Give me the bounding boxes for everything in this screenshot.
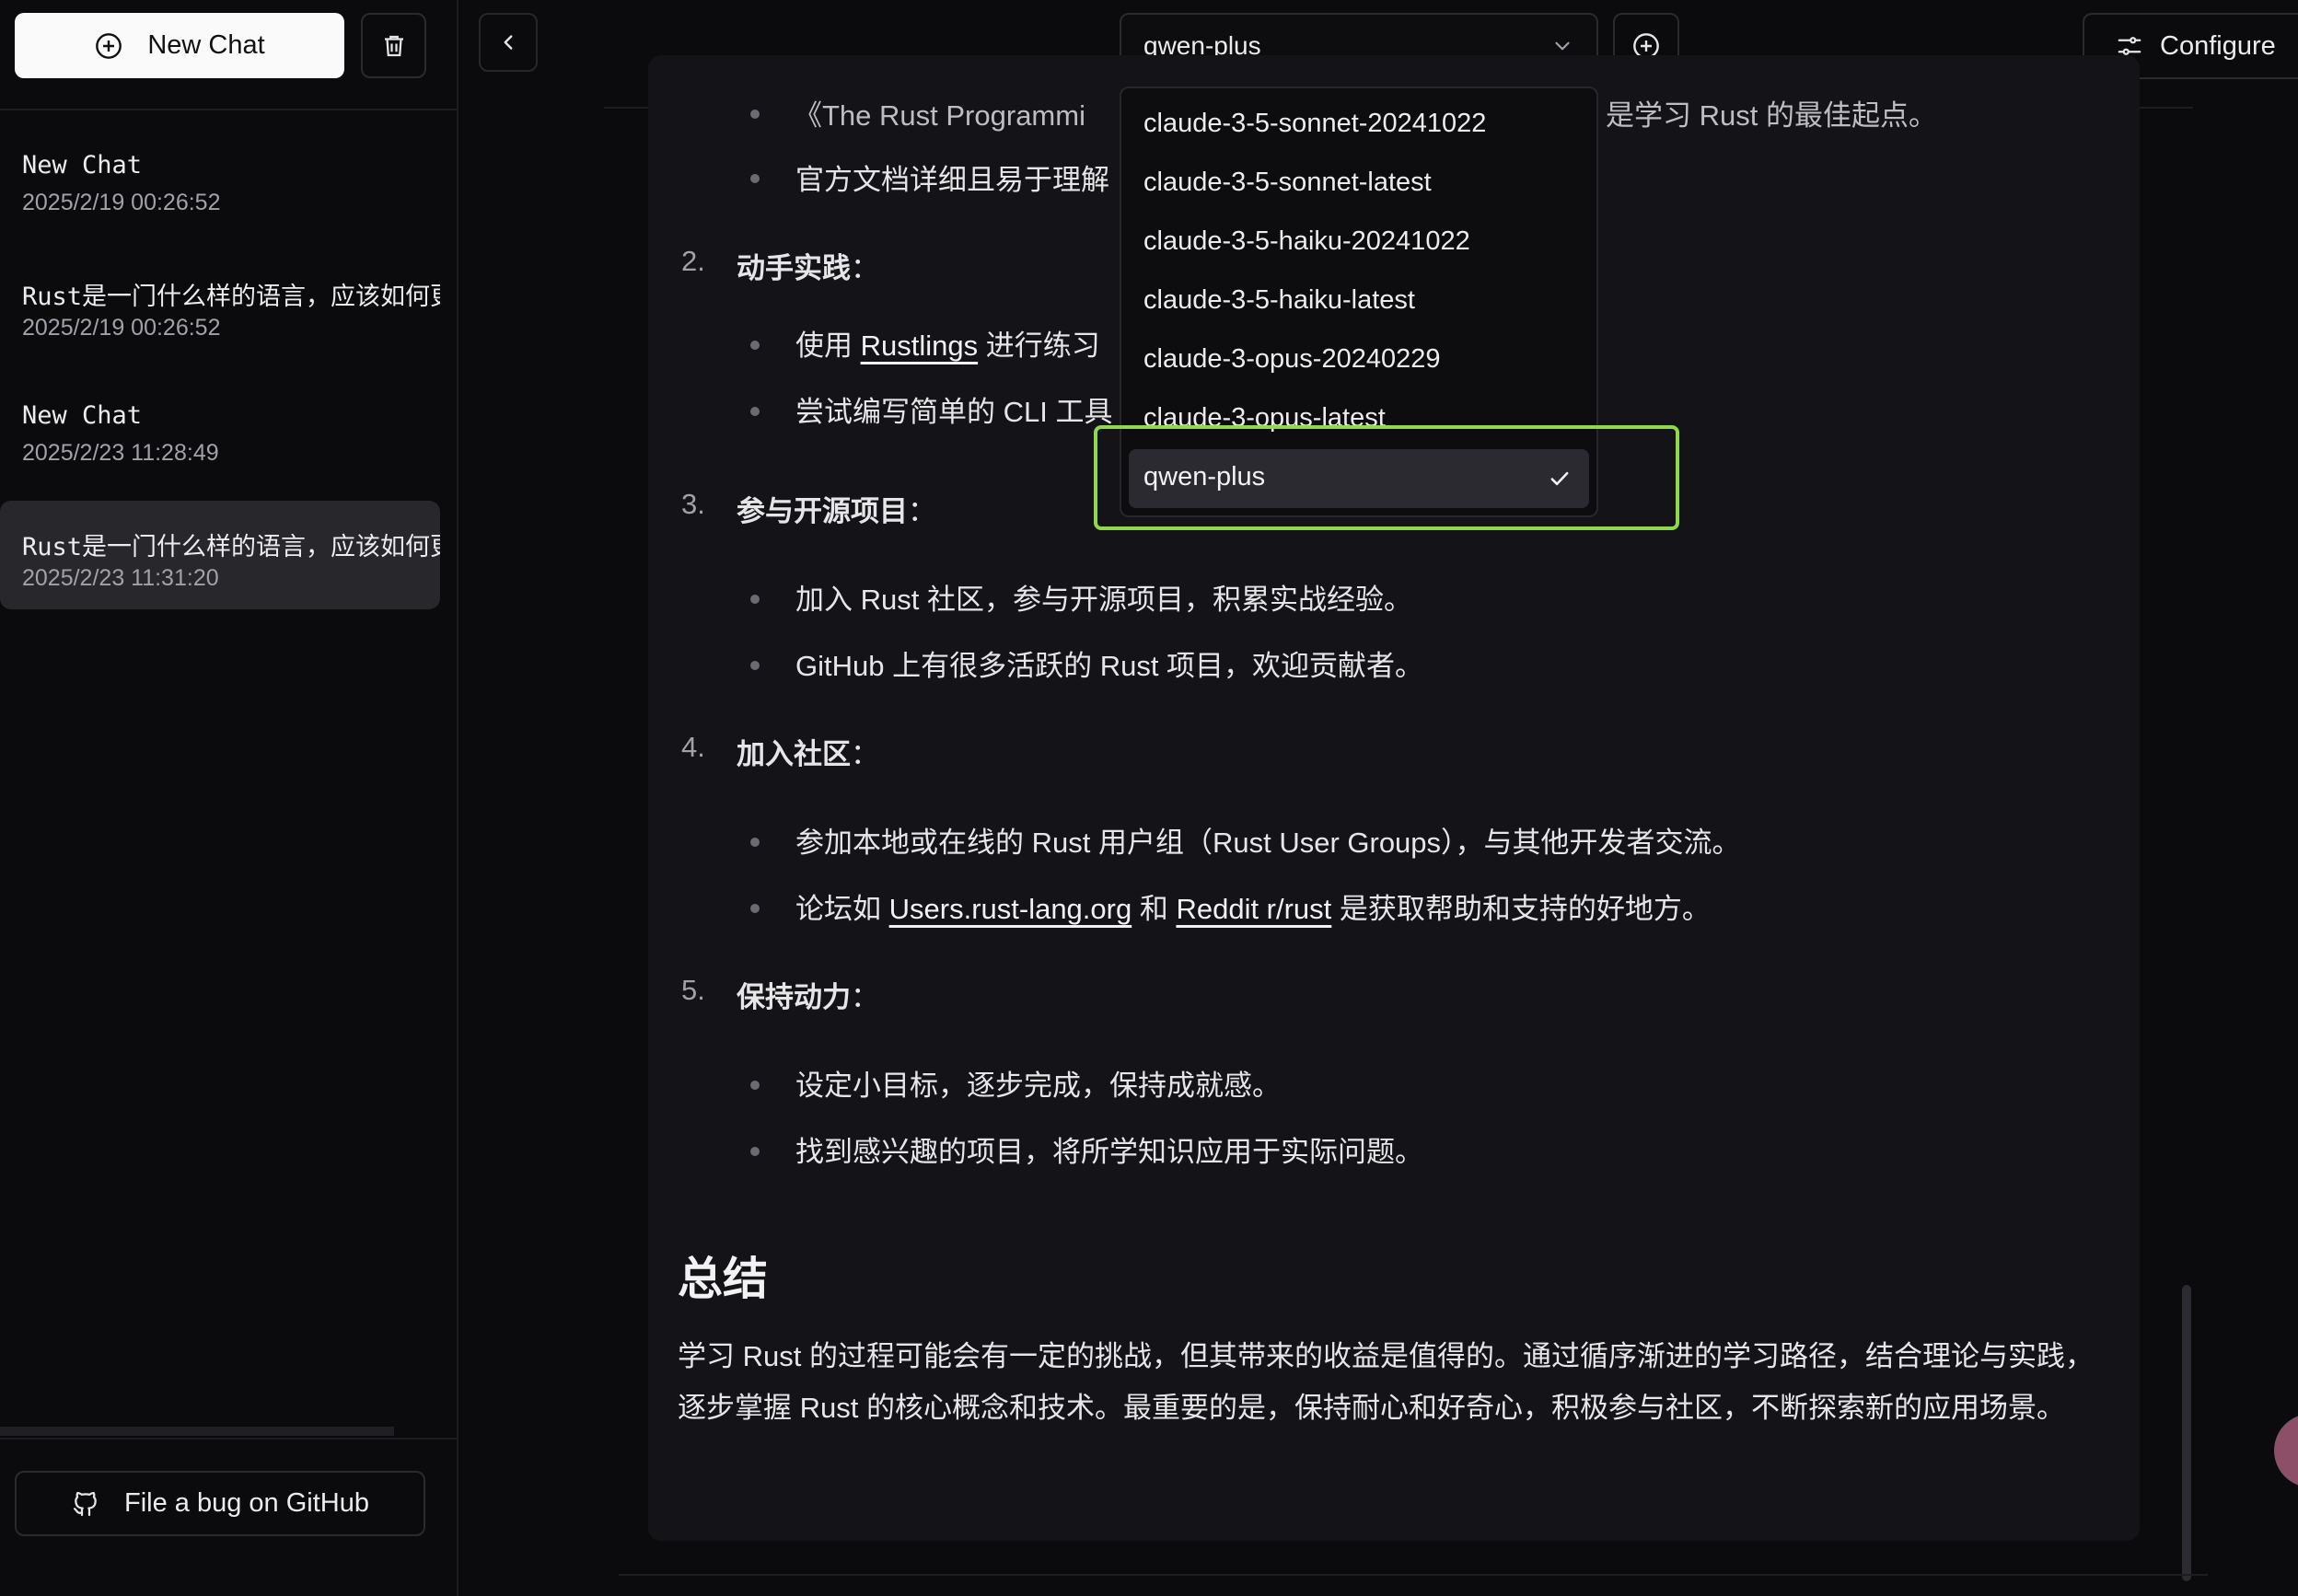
chat-title: Rust是一门什么样的语言，应该如何更 <box>22 533 440 561</box>
text-segment: 和 <box>1132 893 1177 925</box>
chat-date: 2025/2/23 11:31:20 <box>22 565 219 591</box>
summary-heading: 总结 <box>678 1255 769 1304</box>
trash-icon <box>380 32 408 60</box>
bullet-icon <box>750 904 760 913</box>
list-item-text: 论坛如 Users.rust-lang.org 和 Reddit r/rust … <box>795 885 1711 927</box>
github-icon <box>71 1489 100 1519</box>
chat-title: Rust是一门什么样的语言，应该如何更 <box>22 283 440 311</box>
book-line-start: 《The Rust Programmi <box>794 99 1085 132</box>
delete-chat-button[interactable] <box>361 13 426 78</box>
section-heading: 参与开源项目： <box>737 488 936 529</box>
chat-list-item[interactable]: Rust是一门什么样的语言，应该如何更 2025/2/19 00:26:52 <box>0 250 440 359</box>
bullet-icon <box>750 110 760 119</box>
chat-title: New Chat <box>22 151 143 179</box>
heading-colon: ： <box>851 252 879 284</box>
heading-colon: ： <box>908 495 936 527</box>
footer-divider <box>619 1574 2208 1576</box>
text-segment: 进行练习 <box>978 330 1100 362</box>
sidebar-horizontal-scrollbar[interactable] <box>0 1427 394 1436</box>
bullet-icon <box>750 407 760 416</box>
bullet-icon <box>750 341 760 350</box>
collapse-sidebar-button[interactable] <box>479 13 538 72</box>
chevron-left-icon <box>496 30 520 54</box>
users-rust-lang-link[interactable]: Users.rust-lang.org <box>889 893 1132 925</box>
file-bug-button[interactable]: File a bug on GitHub <box>15 1471 425 1536</box>
text-segment: 论坛如 <box>795 893 889 925</box>
chat-date: 2025/2/19 00:26:52 <box>22 315 221 341</box>
text-segment: 是获取帮助和支持的好地方。 <box>1331 893 1711 925</box>
list-item-text: 官方文档详细且易于理解 <box>795 164 1109 196</box>
text-segment: 使用 <box>795 330 861 362</box>
list-number: 5. <box>681 974 705 1006</box>
book-line-end: 是学习 Rust 的最佳起点。 <box>1606 99 1937 132</box>
new-chat-button[interactable]: New Chat <box>15 13 344 78</box>
bullet-icon <box>750 661 760 670</box>
section-heading-text: 参与开源项目 <box>737 495 908 527</box>
rustlings-link[interactable]: Rustlings <box>861 330 979 362</box>
section-heading-text: 保持动力 <box>737 981 851 1013</box>
sidebar-divider <box>0 109 457 110</box>
chat-list-item[interactable]: New Chat 2025/2/23 11:28:49 <box>0 376 440 484</box>
model-option[interactable]: claude-3-opus-20240229 <box>1143 344 1440 375</box>
selection-highlight-box <box>1094 425 1679 530</box>
chat-list-item[interactable]: New Chat 2025/2/19 00:26:52 <box>0 125 440 234</box>
content-vertical-scrollbar[interactable] <box>2182 1285 2191 1581</box>
configure-label: Configure <box>2160 30 2276 61</box>
section-heading: 加入社区： <box>737 731 879 772</box>
list-number: 4. <box>681 731 705 763</box>
sidebar-divider <box>0 1438 457 1440</box>
list-item-text: 参加本地或在线的 Rust 用户组（Rust User Groups），与其他开… <box>795 827 1741 859</box>
heading-colon: ： <box>851 738 879 770</box>
bullet-icon <box>750 1147 760 1156</box>
model-option[interactable]: claude-3-5-haiku-20241022 <box>1143 226 1470 257</box>
section-heading-text: 加入社区 <box>737 738 851 770</box>
bullet-icon <box>750 595 760 604</box>
floating-action-button[interactable] <box>2274 1414 2298 1487</box>
bullet-icon <box>750 838 760 847</box>
plus-circle-icon <box>94 31 123 61</box>
list-item-text: 找到感兴趣的项目，将所学知识应用于实际问题。 <box>795 1136 1423 1168</box>
reddit-rust-link[interactable]: Reddit r/rust <box>1176 893 1331 925</box>
bullet-icon <box>750 1081 760 1090</box>
summary-paragraph: 学习 Rust 的过程可能会有一定的挑战，但其带来的收益是值得的。通过循序渐进的… <box>678 1340 2094 1424</box>
file-bug-label: File a bug on GitHub <box>124 1488 369 1518</box>
model-option[interactable]: claude-3-5-sonnet-latest <box>1143 168 1432 198</box>
section-heading: 动手实践： <box>737 245 879 286</box>
section-heading: 保持动力： <box>737 974 879 1015</box>
chat-date: 2025/2/19 00:26:52 <box>22 190 221 215</box>
list-item-text: GitHub 上有很多活跃的 Rust 项目，欢迎贡献者。 <box>795 650 1424 682</box>
sidebar: New Chat New Chat 2025/2/19 00:26:52 Rus… <box>0 0 458 1596</box>
list-number: 3. <box>681 488 705 520</box>
new-chat-label: New Chat <box>147 30 265 60</box>
heading-colon: ： <box>851 981 879 1013</box>
list-item-text: 加入 Rust 社区，参与开源项目，积累实战经验。 <box>795 584 1412 616</box>
chat-title: New Chat <box>22 401 143 430</box>
chat-date: 2025/2/23 11:28:49 <box>22 440 219 466</box>
list-number: 2. <box>681 245 705 277</box>
section-heading-text: 动手实践 <box>737 252 851 284</box>
model-option[interactable]: claude-3-5-haiku-latest <box>1143 285 1415 316</box>
chat-list-item-active[interactable]: Rust是一门什么样的语言，应该如何更 2025/2/23 11:31:20 <box>0 501 440 609</box>
model-option[interactable]: claude-3-5-sonnet-20241022 <box>1143 109 1486 139</box>
bullet-icon <box>750 174 760 183</box>
list-item-text: 尝试编写简单的 CLI 工具 <box>795 396 1113 428</box>
list-item-text: 设定小目标，逐步完成，保持成就感。 <box>795 1070 1281 1102</box>
list-item-text: 使用 Rustlings 进行练习 <box>795 322 1100 364</box>
